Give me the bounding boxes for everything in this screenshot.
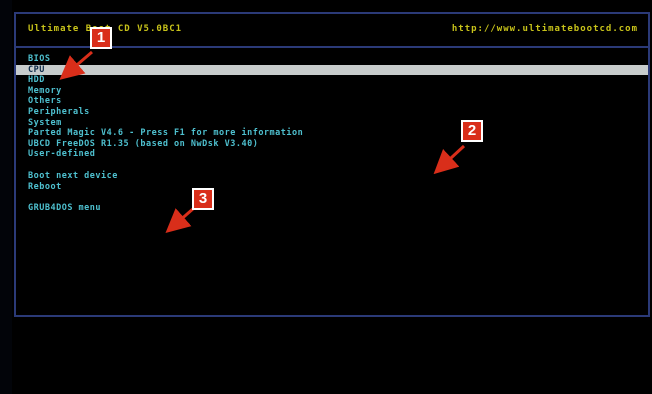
callout-badge-1: 1	[90, 27, 112, 49]
callout-badge-2: 2	[461, 120, 483, 142]
callout-arrow-1	[59, 50, 93, 80]
callout-arrow-2	[433, 144, 466, 175]
callout-badge-3: 3	[192, 188, 214, 210]
callout-arrows	[59, 50, 466, 233]
callout-arrow-3	[165, 206, 195, 233]
